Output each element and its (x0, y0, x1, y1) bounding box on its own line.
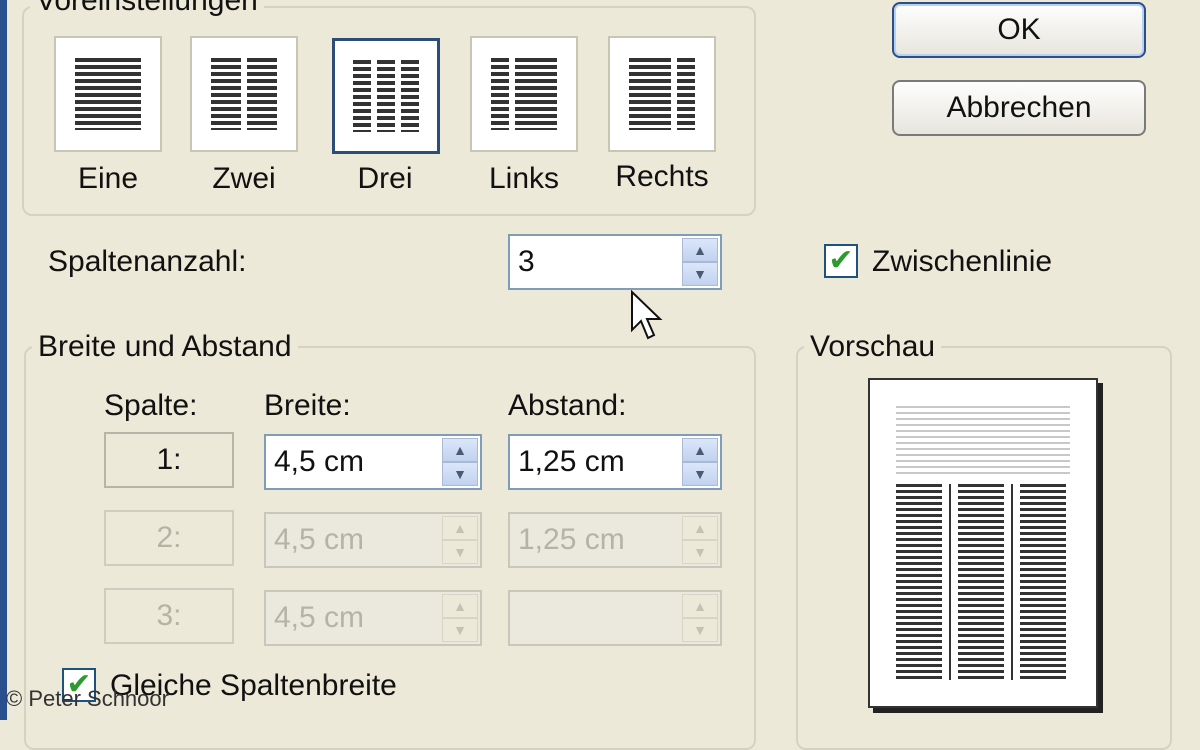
column-number-2: 2: (104, 510, 234, 566)
col-header: Spalte: (104, 389, 198, 422)
width-field-2: 4,5 cm ▲ ▼ (264, 512, 482, 568)
spin-down-icon[interactable]: ▼ (682, 462, 718, 486)
separator-label: Zwischenlinie (872, 245, 1053, 278)
preview-column-1 (896, 484, 942, 680)
preset-zwei[interactable] (190, 36, 298, 152)
spacing-field-3: ▲ ▼ (508, 590, 722, 646)
spin-down-icon: ▼ (442, 618, 478, 642)
preview-separator-2 (1011, 484, 1013, 680)
spin-up-icon: ▲ (442, 516, 478, 540)
preview-column-2 (958, 484, 1004, 680)
preset-rechts[interactable] (608, 36, 716, 152)
spin-down-icon[interactable]: ▼ (682, 262, 718, 286)
width-value-2: 4,5 cm (274, 523, 365, 556)
preset-links[interactable] (470, 36, 578, 152)
window-border (0, 0, 7, 720)
column-count-label: Spaltenanzahl: (48, 245, 247, 278)
spin-up-icon[interactable]: ▲ (442, 438, 478, 462)
preset-drei-label: Drei (357, 162, 413, 195)
two-columns-icon (211, 58, 277, 130)
preset-drei[interactable] (332, 38, 440, 154)
preview-separator-1 (949, 484, 951, 680)
preset-eine-label: Eine (77, 162, 139, 195)
right-column-icon (629, 58, 695, 130)
spin-down-icon: ▼ (682, 618, 718, 642)
preview-title: Vorschau (804, 330, 942, 364)
width-header: Breite: (264, 389, 351, 422)
column-count-stepper[interactable]: 3 ▲ ▼ (508, 234, 722, 290)
preset-rechts-label: Rechts (615, 160, 709, 193)
spacing-value-1: 1,25 cm (518, 445, 625, 478)
column-count-value: 3 (518, 245, 535, 278)
preview-page (868, 378, 1098, 708)
preset-eine[interactable] (54, 36, 162, 152)
spacing-field-2: 1,25 cm ▲ ▼ (508, 512, 722, 568)
three-columns-icon (353, 60, 419, 132)
column-number-3: 3: (104, 588, 234, 644)
preview-heading-lines (896, 406, 1070, 476)
width-spacing-title: Breite und Abstand (32, 330, 298, 364)
spin-down-icon: ▼ (682, 540, 718, 564)
spin-up-icon: ▲ (442, 594, 478, 618)
preset-links-label: Links (488, 162, 560, 195)
spin-up-icon[interactable]: ▲ (682, 438, 718, 462)
spin-up-icon: ▲ (682, 516, 718, 540)
width-field-1[interactable]: 4,5 cm ▲ ▼ (264, 434, 482, 490)
width-value-1: 4,5 cm (274, 445, 365, 478)
ok-button[interactable]: OK (892, 2, 1146, 58)
left-column-icon (491, 58, 557, 130)
copyright-watermark: © Peter Schnoor (6, 686, 169, 711)
spin-down-icon: ▼ (442, 540, 478, 564)
mouse-cursor-icon (631, 290, 663, 340)
separator-checkbox[interactable]: ✔ (824, 244, 858, 278)
presets-group-title: Voreinstellungen (30, 0, 264, 18)
preview-column-3 (1020, 484, 1066, 680)
spin-down-icon[interactable]: ▼ (442, 462, 478, 486)
spacing-field-1[interactable]: 1,25 cm ▲ ▼ (508, 434, 722, 490)
column-number-1: 1: (104, 432, 234, 488)
spacing-header: Abstand: (508, 389, 627, 422)
spin-up-icon: ▲ (682, 594, 718, 618)
spacing-value-2: 1,25 cm (518, 523, 625, 556)
checkmark-icon: ✔ (828, 244, 854, 277)
one-column-icon (75, 58, 141, 130)
width-field-3: 4,5 cm ▲ ▼ (264, 590, 482, 646)
preset-zwei-label: Zwei (212, 162, 276, 195)
spin-up-icon[interactable]: ▲ (682, 238, 718, 262)
cancel-button[interactable]: Abbrechen (892, 80, 1146, 136)
width-value-3: 4,5 cm (274, 601, 365, 634)
